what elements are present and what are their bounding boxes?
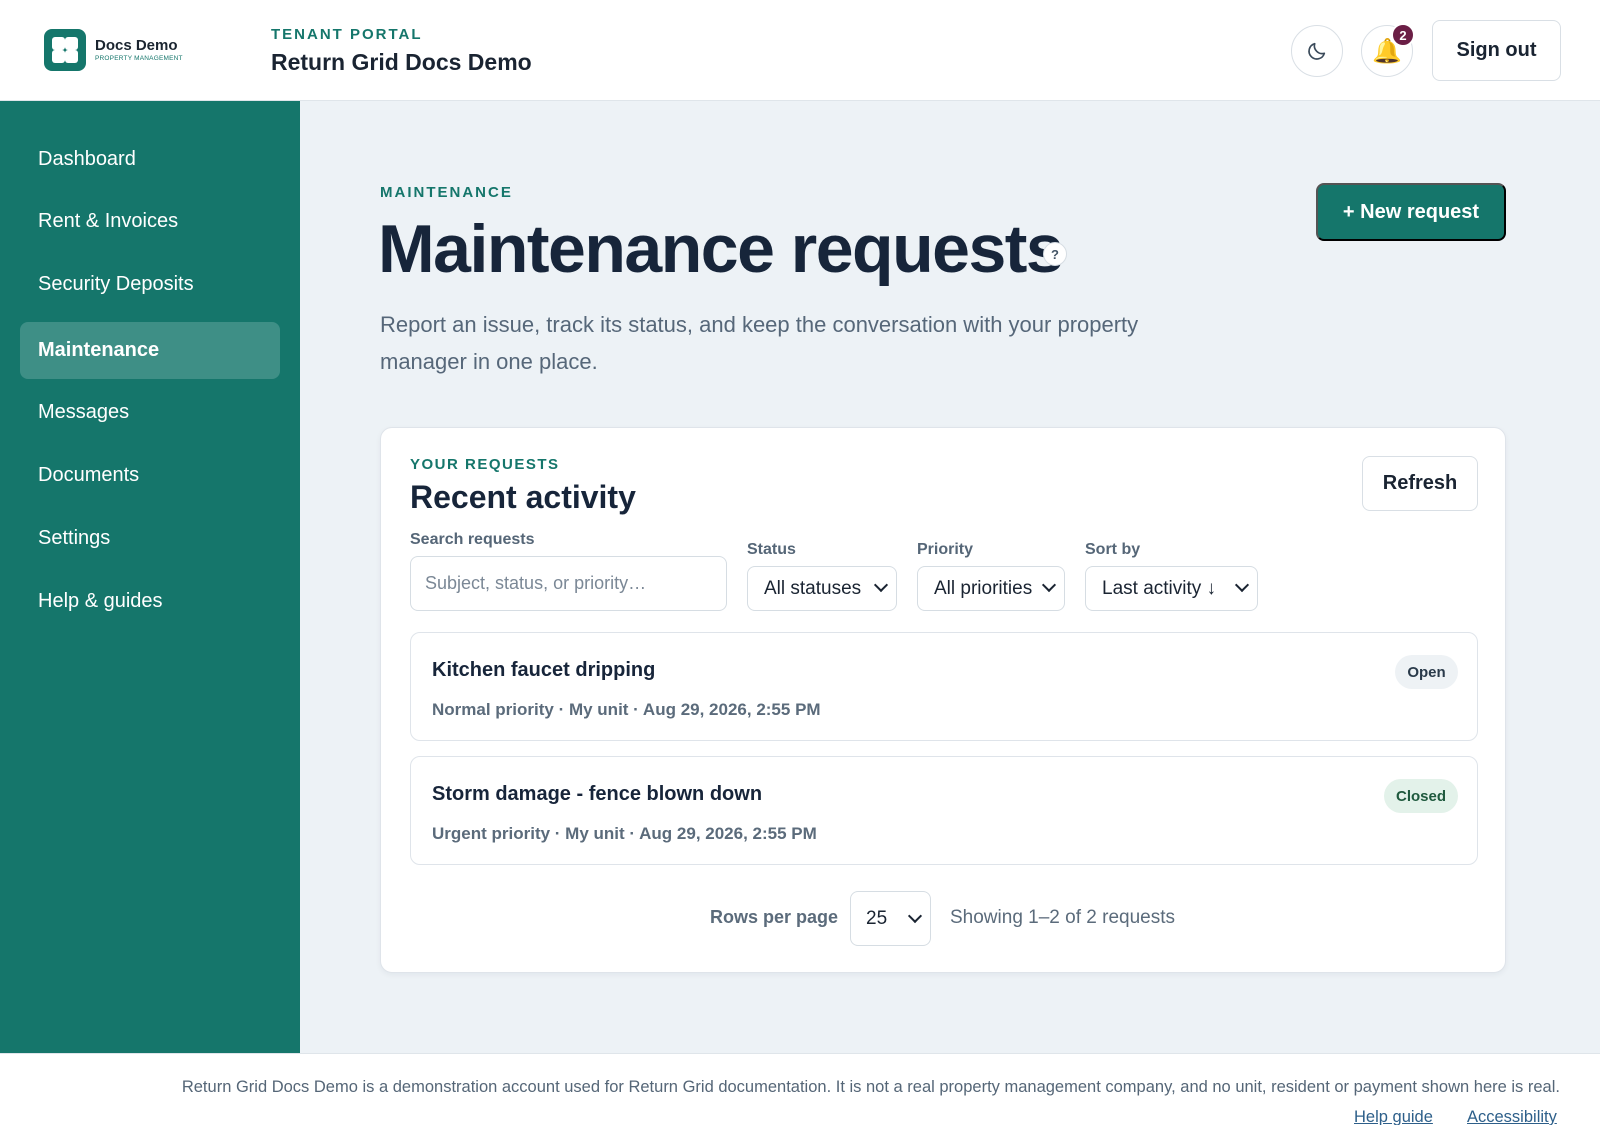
brand-logo[interactable]: Docs Demo PROPERTY MANAGEMENT — [44, 29, 183, 71]
notifications-button[interactable]: 🔔 2 — [1361, 23, 1415, 77]
requests-card: YOUR REQUESTS Recent activity Refresh Se… — [380, 427, 1506, 973]
sidebar-item-documents[interactable]: Documents — [20, 447, 280, 504]
brand-name: Docs Demo — [95, 37, 178, 54]
request-item[interactable]: Storm damage - fence blown down Urgent p… — [410, 756, 1478, 865]
refresh-button[interactable]: Refresh — [1362, 456, 1478, 511]
request-meta: Urgent priority · My unit · Aug 29, 2026… — [432, 824, 817, 843]
page-title: Maintenance requests — [378, 211, 1064, 287]
pagination-summary: Showing 1–2 of 2 requests — [950, 907, 1175, 928]
chevron-down-icon — [1234, 577, 1250, 593]
rows-per-page-select[interactable]: 25 — [850, 891, 931, 946]
app-logo-icon — [44, 29, 86, 71]
brand-tagline: PROPERTY MANAGEMENT — [95, 55, 183, 62]
sidebar-item-security-deposits[interactable]: Security Deposits — [20, 256, 280, 313]
page-description: Report an issue, track its status, and k… — [380, 312, 1139, 374]
card-eyebrow: YOUR REQUESTS — [410, 456, 560, 473]
search-label: Search requests — [410, 531, 535, 548]
request-title: Storm damage - fence blown down — [432, 783, 763, 805]
theme-toggle-button[interactable] — [1291, 25, 1343, 77]
rows-per-page-label: Rows per page — [710, 907, 839, 927]
status-select[interactable]: All statuses — [747, 566, 897, 611]
chevron-down-icon — [1041, 577, 1057, 593]
new-request-button[interactable]: + New request — [1316, 183, 1506, 241]
sidebar-item-maintenance[interactable]: Maintenance — [20, 322, 280, 379]
status-badge: Open — [1395, 655, 1458, 689]
priority-select[interactable]: All priorities — [917, 566, 1065, 611]
notification-count-badge: 2 — [1391, 23, 1415, 47]
accessibility-link[interactable]: Accessibility — [1467, 1108, 1557, 1125]
priority-label: Priority — [917, 541, 974, 558]
sidebar-item-settings[interactable]: Settings — [20, 510, 280, 567]
section-eyebrow: MAINTENANCE — [380, 184, 513, 201]
status-select-value: All statuses — [764, 577, 862, 599]
moon-icon — [1308, 42, 1326, 60]
rows-per-page-value: 25 — [866, 907, 888, 929]
sidebar-item-messages[interactable]: Messages — [20, 384, 280, 441]
sign-out-button[interactable]: Sign out — [1432, 20, 1561, 81]
request-title: Kitchen faucet dripping — [432, 659, 656, 681]
search-input[interactable] — [410, 556, 727, 611]
sort-label: Sort by — [1085, 541, 1141, 558]
sidebar-item-dashboard[interactable]: Dashboard — [20, 131, 280, 188]
card-title: Recent activity — [410, 479, 636, 515]
priority-select-value: All priorities — [934, 577, 1033, 599]
question-icon[interactable]: ? — [1043, 242, 1067, 266]
portal-title: Return Grid Docs Demo — [271, 49, 532, 75]
chevron-down-icon — [907, 908, 923, 924]
sidebar-item-help-guides[interactable]: Help & guides — [20, 573, 280, 630]
page-footer: Return Grid Docs Demo is a demonstration… — [0, 1053, 1600, 1125]
help-guide-link[interactable]: Help guide — [1354, 1108, 1433, 1125]
sort-select[interactable]: Last activity ↓ — [1085, 566, 1258, 611]
request-item[interactable]: Kitchen faucet dripping Normal priority … — [410, 632, 1478, 741]
chevron-down-icon — [873, 577, 889, 593]
request-meta: Normal priority · My unit · Aug 29, 2026… — [432, 700, 821, 719]
status-label: Status — [747, 541, 796, 558]
sidebar-nav: Dashboard Rent & Invoices Security Depos… — [0, 101, 300, 1053]
portal-eyebrow: TENANT PORTAL — [271, 26, 423, 43]
sort-select-value: Last activity ↓ — [1102, 577, 1217, 599]
footer-disclaimer: Return Grid Docs Demo is a demonstration… — [181, 1078, 1560, 1096]
sidebar-item-rent-invoices[interactable]: Rent & Invoices — [20, 193, 280, 250]
top-header: Docs Demo PROPERTY MANAGEMENT TENANT POR… — [0, 0, 1600, 101]
status-badge: Closed — [1384, 779, 1458, 813]
